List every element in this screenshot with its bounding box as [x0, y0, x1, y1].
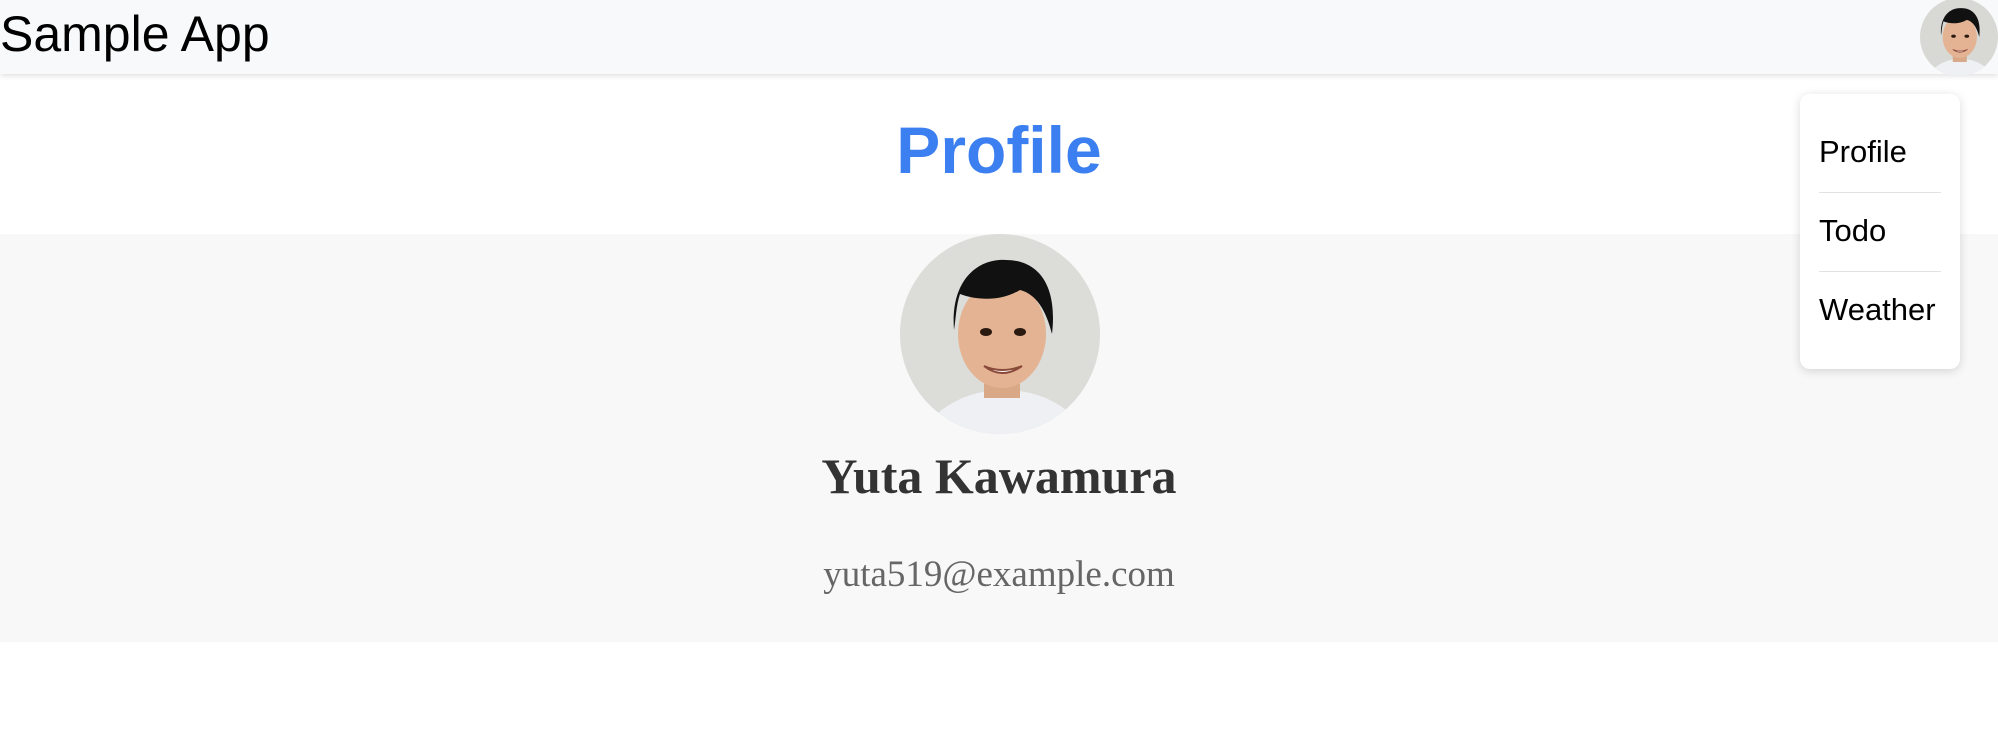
menu-item-todo[interactable]: Todo — [1819, 191, 1941, 270]
page-title: Profile — [896, 113, 1102, 187]
menu-item-profile[interactable]: Profile — [1819, 112, 1941, 191]
profile-name: Yuta Kawamura — [821, 448, 1177, 504]
user-avatar-icon — [1920, 0, 1998, 76]
user-avatar-icon — [900, 234, 1100, 434]
menu-item-weather[interactable]: Weather — [1819, 270, 1941, 349]
profile-avatar — [900, 234, 1100, 434]
user-menu-dropdown: Profile Todo Weather — [1800, 94, 1960, 369]
profile-card: Yuta Kawamura yuta519@example.com — [0, 234, 1998, 642]
nav-avatar-button[interactable] — [1920, 0, 1998, 76]
profile-email: yuta519@example.com — [823, 554, 1175, 595]
navbar: Sample App — [0, 0, 1998, 76]
app-title[interactable]: Sample App — [0, 4, 270, 64]
